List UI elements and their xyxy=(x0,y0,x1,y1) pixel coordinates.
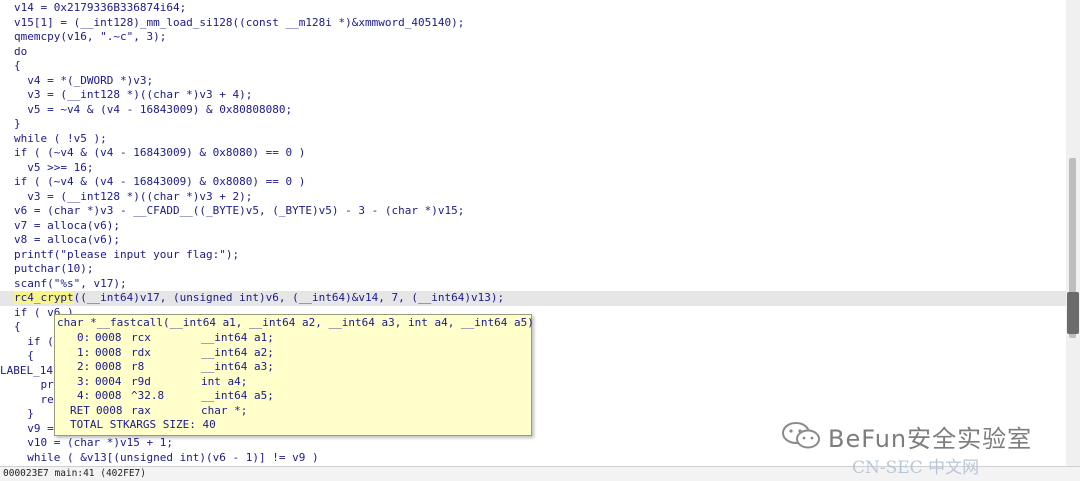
tooltip-arg-decl: char *; xyxy=(201,403,248,417)
tooltip-arg-decl: __int64 a5; xyxy=(201,389,274,402)
tooltip-arg-loc: rax xyxy=(131,403,151,417)
scrollbar-position-marker xyxy=(1067,292,1079,334)
code-line[interactable]: scanf("%s", v17); xyxy=(0,277,1066,292)
tooltip-arg-offset: 0008 xyxy=(95,360,122,373)
watermark: BeFun安全实验室 xyxy=(780,418,1070,453)
code-line[interactable]: putchar(10); xyxy=(0,262,1066,277)
tooltip-arg-idx: 4: xyxy=(77,389,91,402)
vertical-scrollbar[interactable] xyxy=(1066,0,1080,466)
code-line[interactable]: v6 = (char *)v3 - __CFADD__((_BYTE)v5, (… xyxy=(0,204,1066,219)
cursor-token[interactable]: rc4_crypt xyxy=(14,291,74,304)
code-line[interactable]: v14 = 0x2179336B336874i64; xyxy=(0,1,1066,16)
watermark-subtext: CN-SEC 中文网 xyxy=(852,458,980,478)
tooltip-arg-offset: 0008 xyxy=(96,403,123,417)
code-line[interactable]: { xyxy=(0,59,1066,74)
tooltip-arg-decl: __int64 a3; xyxy=(201,360,274,373)
tooltip-arg-loc: r9d xyxy=(131,374,151,388)
code-line[interactable]: v8 = alloca(v6); xyxy=(0,233,1066,248)
code-line[interactable]: v3 = (__int128 *)((char *)v3 + 4); xyxy=(0,88,1066,103)
tooltip-arg-idx: 1: xyxy=(77,345,91,359)
code-line[interactable]: if ( (~v4 & (v4 - 16843009) & 0x8080) ==… xyxy=(0,175,1066,190)
code-line[interactable]: v5 >>= 16; xyxy=(0,161,1066,176)
tooltip-arg-idx: 0: xyxy=(77,331,91,344)
tooltip-arg-idx: 2: xyxy=(77,360,91,373)
tooltip-arg-offset: 0008 xyxy=(95,345,122,359)
code-line[interactable]: while ( !v5 ); xyxy=(0,132,1066,147)
code-line[interactable]: printf("please input your flag:"); xyxy=(0,248,1066,263)
code-line[interactable]: rc4_crypt((__int64)v17, (unsigned int)v6… xyxy=(0,291,1066,306)
tooltip-arg-offset: 0008 xyxy=(95,389,122,402)
code-line[interactable]: v5 = ~v4 & (v4 - 16843009) & 0x80808080; xyxy=(0,103,1066,118)
tooltip-arg-decl: int a4; xyxy=(201,374,248,388)
code-line[interactable]: v15[1] = (__int128)_mm_load_si128((const… xyxy=(0,16,1066,31)
status-address: 000023E7 main:41 (402FE7) xyxy=(3,468,146,479)
tooltip-arg-offset: 0004 xyxy=(95,374,122,388)
tooltip-arg-idx: 3: xyxy=(77,374,91,388)
code-line[interactable]: v4 = *(_DWORD *)v3; xyxy=(0,74,1066,89)
code-line[interactable]: v7 = alloca(v6); xyxy=(0,219,1066,234)
tooltip-arg-decl: __int64 a1; xyxy=(201,331,274,344)
tooltip-arg-loc: r8 xyxy=(131,360,145,373)
tooltip-total: TOTAL STKARGS SIZE: 40 xyxy=(70,418,216,431)
code-line[interactable]: v3 = (__int128 *)((char *)v3 + 2); xyxy=(0,190,1066,205)
tooltip-arg-loc: rdx xyxy=(131,345,151,359)
tooltip-arg-offset: 0008 xyxy=(95,331,122,344)
code-line[interactable]: do xyxy=(0,45,1066,60)
tooltip-arg-loc: ^32.8 xyxy=(131,389,165,402)
tooltip-arg-decl: __int64 a2; xyxy=(201,345,274,359)
wechat-logo-icon xyxy=(782,422,820,449)
tooltip-arg-idx: RET xyxy=(70,403,90,417)
watermark-text: BeFun安全实验室 xyxy=(828,425,1033,453)
tooltip-signature: char *__fastcall(__int64 a1, __int64 a2,… xyxy=(57,316,534,329)
code-line[interactable]: qmemcpy(v16, ".~c", 3); xyxy=(0,30,1066,45)
tooltip-arg-loc: rcx xyxy=(131,331,151,344)
code-line[interactable]: if ( (~v4 & (v4 - 16843009) & 0x8080) ==… xyxy=(0,146,1066,161)
code-line[interactable]: } xyxy=(0,117,1066,132)
function-signature-tooltip: char *__fastcall(__int64 a1, __int64 a2,… xyxy=(54,314,534,436)
